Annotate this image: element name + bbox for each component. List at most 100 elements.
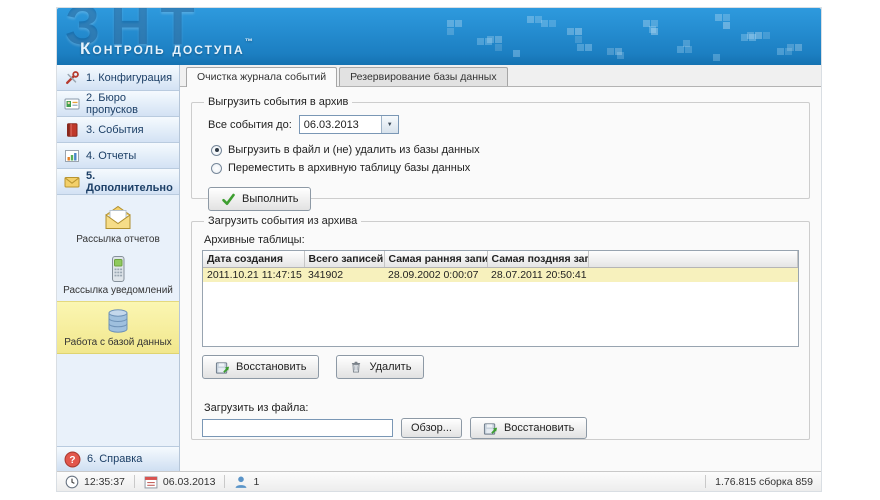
- import-events-group: Загрузить события из архива Архивные таб…: [191, 215, 810, 440]
- load-from-file-label: Загрузить из файла:: [204, 402, 799, 414]
- help-icon: ?: [64, 451, 81, 468]
- sidebar-item-label: 3. События: [86, 124, 144, 136]
- status-bar: 12:35:37 06.03.2013 1 1.76.815 сборка 85…: [57, 471, 821, 491]
- user-icon: [234, 475, 248, 489]
- badge-icon: [64, 96, 80, 112]
- column-header-empty[interactable]: [588, 251, 798, 267]
- status-separator: [705, 475, 706, 488]
- check-icon: [221, 192, 236, 207]
- sidebar-item-events[interactable]: 3. События: [57, 117, 179, 143]
- tab-database-backup[interactable]: Резервирование базы данных: [339, 67, 508, 86]
- status-version: 1.76.815 сборка 859: [715, 476, 813, 488]
- sidebar-subitem-report-mailing[interactable]: Рассылка отчетов: [57, 199, 179, 250]
- phone-icon: [103, 254, 133, 284]
- chevron-down-icon[interactable]: ▼: [381, 116, 398, 133]
- delete-button-label: Удалить: [369, 361, 411, 373]
- radio-move-to-archive-table[interactable]: Переместить в архивную таблицу базы данн…: [211, 162, 799, 174]
- envelope-icon: [64, 174, 80, 190]
- column-header-total-records[interactable]: Всего записей: [304, 251, 384, 267]
- sidebar-item-help[interactable]: ? 6. Справка: [57, 446, 179, 471]
- column-header-earliest-record[interactable]: Самая ранняя запись: [384, 251, 487, 267]
- app-window: ЗНТ Контроль доступа™ 1. Конфигурация: [57, 8, 821, 491]
- sidebar-item-label: 1. Конфигурация: [86, 72, 172, 84]
- sidebar-subitem-label: Рассылка уведомлений: [63, 285, 173, 296]
- sidebar-item-additional[interactable]: 5. Дополнительно: [57, 169, 179, 195]
- status-time: 12:35:37: [65, 475, 125, 489]
- restore-button[interactable]: Восстановить: [202, 355, 319, 379]
- execute-button[interactable]: Выполнить: [208, 187, 311, 211]
- journal-icon: [64, 122, 80, 138]
- tab-event-log-cleanup[interactable]: Очистка журнала событий: [186, 67, 337, 87]
- cell-total-records: 341902: [304, 267, 384, 282]
- export-group-title: Выгрузить события в архив: [204, 96, 352, 108]
- sidebar-subitem-notification-mailing[interactable]: Рассылка уведомлений: [57, 250, 179, 301]
- trash-icon: [349, 360, 363, 374]
- trademark-symbol: ™: [245, 37, 253, 46]
- tab-bar: Очистка журнала событий Резервирование б…: [180, 65, 821, 87]
- sidebar-item-pass-bureau[interactable]: 2. Бюро пропусков: [57, 91, 179, 117]
- cell-creation-date: 2011.10.21 11:47:15: [203, 267, 304, 282]
- database-icon: [103, 306, 133, 336]
- restore-icon: [483, 421, 498, 436]
- app-title-text: Контроль доступа: [80, 39, 245, 58]
- status-time-value: 12:35:37: [84, 476, 125, 488]
- sidebar-item-configuration[interactable]: 1. Конфигурация: [57, 65, 179, 91]
- sidebar-item-label: 5. Дополнительно: [86, 170, 179, 194]
- column-header-latest-record[interactable]: Самая поздняя запись: [487, 251, 588, 267]
- sidebar-item-label: 4. Отчеты: [86, 150, 136, 162]
- archive-tables-label: Архивные таблицы:: [204, 234, 799, 246]
- browse-button[interactable]: Обзор...: [401, 418, 462, 438]
- sidebar: 1. Конфигурация 2. Бюро пропусков: [57, 65, 180, 471]
- radio-button-checked[interactable]: [211, 145, 222, 156]
- cell-empty: [588, 267, 798, 282]
- radio-label: Выгрузить в файл и (не) удалить из базы …: [228, 144, 480, 156]
- chart-icon: [64, 148, 80, 164]
- status-date: 06.03.2013: [144, 475, 216, 489]
- sidebar-item-reports[interactable]: 4. Отчеты: [57, 143, 179, 169]
- status-users: 1: [234, 475, 259, 489]
- restore-from-file-button[interactable]: Восстановить: [470, 417, 587, 439]
- tab-page: Выгрузить события в архив Все события до…: [180, 87, 821, 471]
- cell-latest-record: 28.07.2011 20:50:41: [487, 267, 588, 282]
- table-row[interactable]: 2011.10.21 11:47:15 341902 28.09.2002 0:…: [203, 267, 798, 282]
- status-date-value: 06.03.2013: [163, 476, 216, 488]
- clock-icon: [65, 475, 79, 489]
- restore-from-file-button-label: Восстановить: [504, 422, 574, 434]
- column-header-creation-date[interactable]: Дата создания: [203, 251, 304, 267]
- date-combobox[interactable]: 06.03.2013 ▼: [299, 115, 399, 134]
- radio-button[interactable]: [211, 163, 222, 174]
- app-title: Контроль доступа™: [80, 37, 253, 59]
- import-group-title: Загрузить события из архива: [204, 215, 361, 227]
- restore-icon: [215, 360, 230, 375]
- pixel-decoration: [447, 20, 454, 27]
- mail-open-icon: [103, 203, 133, 233]
- export-events-group: Выгрузить события в архив Все события до…: [191, 96, 810, 199]
- archive-tables-grid[interactable]: Дата создания Всего записей Самая ранняя…: [202, 250, 799, 347]
- file-path-input[interactable]: [202, 419, 393, 437]
- status-separator: [134, 475, 135, 488]
- sidebar-subitem-label: Работа с базой данных: [64, 337, 172, 348]
- sidebar-filler: [57, 354, 179, 446]
- main-area: Очистка журнала событий Резервирование б…: [180, 65, 821, 471]
- table-header-row: Дата создания Всего записей Самая ранняя…: [203, 251, 798, 267]
- cell-earliest-record: 28.09.2002 0:00:07: [384, 267, 487, 282]
- status-users-count: 1: [253, 476, 259, 488]
- delete-button[interactable]: Удалить: [336, 355, 424, 379]
- date-label: Все события до:: [208, 119, 292, 131]
- browse-button-label: Обзор...: [411, 422, 452, 434]
- radio-label: Переместить в архивную таблицу базы данн…: [228, 162, 470, 174]
- sidebar-subitem-database-work[interactable]: Работа с базой данных: [57, 301, 179, 354]
- radio-export-to-file[interactable]: Выгрузить в файл и (не) удалить из базы …: [211, 144, 799, 156]
- sidebar-subpanel-additional: Рассылка отчетов Рассылка уведомлений: [57, 195, 179, 354]
- execute-button-label: Выполнить: [242, 193, 298, 205]
- date-combobox-value: 06.03.2013: [300, 116, 381, 133]
- svg-text:?: ?: [69, 455, 75, 466]
- calendar-icon: [144, 475, 158, 489]
- restore-button-label: Восстановить: [236, 361, 306, 373]
- pixel-decoration: [477, 38, 484, 45]
- wrench-icon: [64, 70, 80, 86]
- sidebar-subitem-label: Рассылка отчетов: [76, 234, 160, 245]
- sidebar-item-label: 2. Бюро пропусков: [86, 92, 179, 116]
- title-bar: ЗНТ Контроль доступа™: [57, 8, 821, 65]
- status-separator: [224, 475, 225, 488]
